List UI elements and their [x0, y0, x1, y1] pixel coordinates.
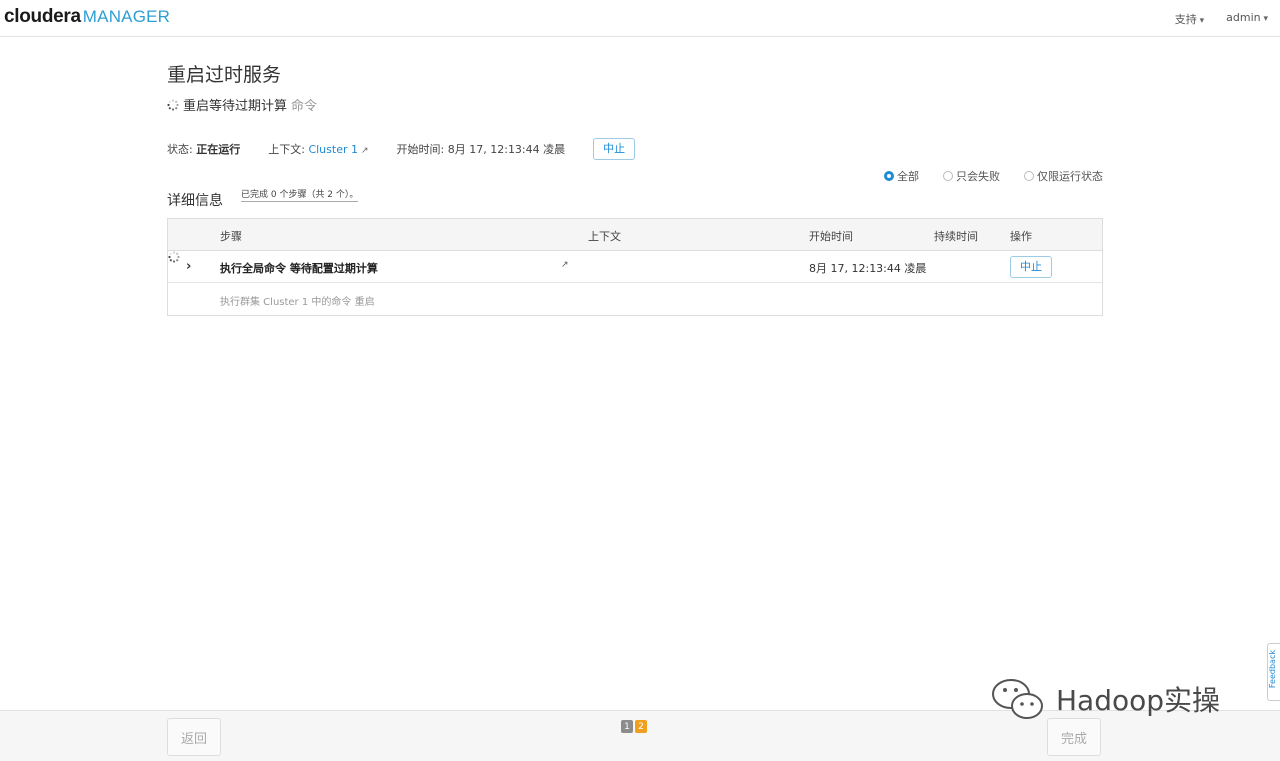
watermark-text: Hadoop实操 — [1056, 684, 1221, 717]
context-item: 上下文: Cluster 1 ↗ — [268, 141, 368, 157]
user-menu[interactable]: admin — [1226, 11, 1268, 27]
start-time-label: 开始时间: — [396, 143, 445, 156]
command-heading: 重启等待过期计算 命令 — [167, 95, 317, 114]
sub-step-row: 执行群集 Cluster 1 中的命令 重启 — [168, 283, 1102, 314]
column-context: 上下文 — [588, 230, 621, 243]
progress-summary[interactable]: 已完成 0 个步骤（共 2 个）。 — [241, 187, 359, 202]
spinner-icon — [168, 251, 180, 263]
radio-icon[interactable] — [1024, 171, 1034, 181]
table-row: › 执行全局命令 等待配置过期计算 ↗ 8月 17, 12:13:44 凌晨 中… — [168, 251, 1102, 283]
logo-brand: cloudera — [4, 6, 81, 27]
filter-radio-group: 全部 只会失败 仅限运行状态 — [884, 168, 1103, 184]
column-actions: 操作 — [1010, 230, 1032, 243]
status-item: 状态: 正在运行 — [167, 141, 240, 157]
spinner-icon — [167, 98, 179, 111]
start-time-value: 8月 17, 12:13:44 凌晨 — [447, 143, 566, 156]
filter-running-only[interactable]: 仅限运行状态 — [1024, 168, 1103, 184]
logo-product: MANAGER — [82, 7, 171, 26]
abort-step-button[interactable]: 中止 — [1010, 256, 1052, 278]
external-link-icon[interactable]: ↗ — [561, 260, 569, 270]
page-title: 重启过时服务 — [167, 64, 282, 86]
page-1-indicator[interactable]: 1 — [621, 720, 633, 733]
column-duration: 持续时间 — [934, 230, 978, 243]
column-start-time: 开始时间 — [809, 230, 853, 243]
command-name: 重启等待过期计算 — [183, 99, 288, 114]
start-time-item: 开始时间: 8月 17, 12:13:44 凌晨 — [397, 141, 566, 157]
status-line: 状态: 正在运行 上下文: Cluster 1 ↗ 开始时间: 8月 17, 12… — [167, 138, 636, 160]
details-header: 详细信息 已完成 0 个步骤（共 2 个）。 — [167, 187, 359, 210]
watermark: Hadoop实操 — [990, 676, 1220, 722]
command-suffix: 命令 — [291, 99, 318, 114]
filter-all[interactable]: 全部 — [884, 168, 919, 184]
radio-icon[interactable] — [943, 171, 953, 181]
filter-failed-only[interactable]: 只会失败 — [943, 168, 1000, 184]
status-label: 状态: — [167, 143, 193, 156]
wizard-pager: 1 2 — [621, 720, 647, 733]
radio-selected-icon[interactable] — [884, 171, 894, 181]
filter-all-label: 全部 — [897, 170, 919, 183]
external-link-icon[interactable]: ↗ — [361, 146, 369, 156]
expand-chevron-icon[interactable]: › — [186, 259, 191, 274]
wechat-icon — [992, 679, 1043, 719]
support-menu[interactable]: 支持 — [1175, 11, 1204, 27]
context-label: 上下文: — [268, 143, 305, 156]
abort-command-button[interactable]: 中止 — [593, 138, 636, 160]
finish-button[interactable]: 完成 — [1047, 718, 1101, 756]
step-name: 执行全局命令 等待配置过期计算 — [220, 262, 378, 275]
feedback-tab[interactable]: Feedback — [1267, 643, 1280, 701]
feedback-label: Feedback — [1268, 650, 1277, 689]
back-button[interactable]: 返回 — [167, 718, 221, 756]
context-link[interactable]: Cluster 1 — [308, 143, 358, 156]
filter-failed-label: 只会失败 — [956, 170, 1000, 183]
top-navbar: clouderaMANAGER 支持 admin — [0, 0, 1280, 37]
cloudera-manager-logo[interactable]: cloudera MANAGER — [4, 6, 170, 28]
table-header: 步骤 上下文 开始时间 持续时间 操作 — [168, 219, 1102, 251]
page-2-indicator[interactable]: 2 — [635, 720, 647, 733]
details-heading: 详细信息 — [167, 193, 223, 209]
steps-table: 步骤 上下文 开始时间 持续时间 操作 › 执行全局命令 等待配置过期计算 ↗ … — [167, 218, 1103, 316]
status-value: 正在运行 — [196, 143, 241, 156]
column-step: 步骤 — [220, 230, 242, 243]
sub-step-description: 执行群集 Cluster 1 中的命令 重启 — [220, 297, 375, 308]
filter-running-label: 仅限运行状态 — [1037, 170, 1103, 183]
step-start-time: 8月 17, 12:13:44 凌晨 — [809, 262, 927, 275]
